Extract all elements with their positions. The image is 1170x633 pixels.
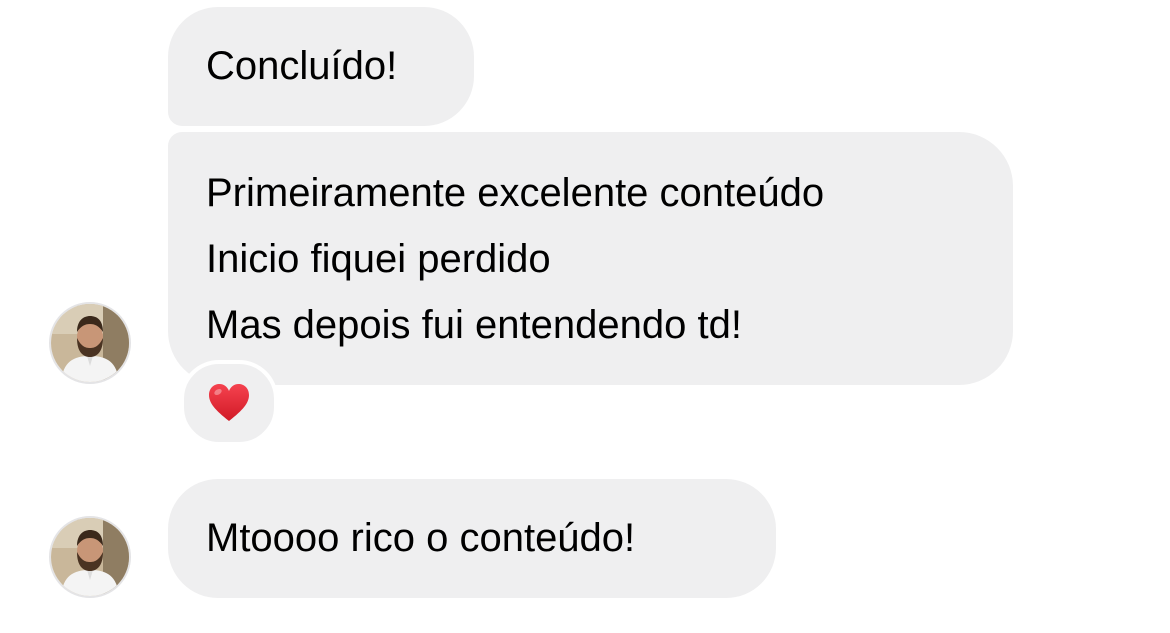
- message-text-line: Primeiramente excelente conteúdo: [206, 171, 825, 215]
- message-text: Concluído!: [206, 44, 398, 88]
- message-text-line: Inicio fiquei perdido: [206, 237, 551, 281]
- message-bubble[interactable]: Mtoooo rico o conteúdo!: [168, 479, 776, 598]
- heart-emoji-icon: [209, 384, 249, 421]
- avatar[interactable]: [49, 516, 131, 598]
- message-bubble[interactable]: Primeiramente excelente conteúdo Inicio …: [168, 132, 1013, 385]
- avatar[interactable]: [49, 302, 131, 384]
- message-text-line: Mas depois fui entendendo td!: [206, 303, 742, 347]
- message-reaction[interactable]: [180, 360, 278, 446]
- message-bubble[interactable]: Concluído!: [168, 7, 474, 126]
- message-text: Mtoooo rico o conteúdo!: [206, 516, 636, 560]
